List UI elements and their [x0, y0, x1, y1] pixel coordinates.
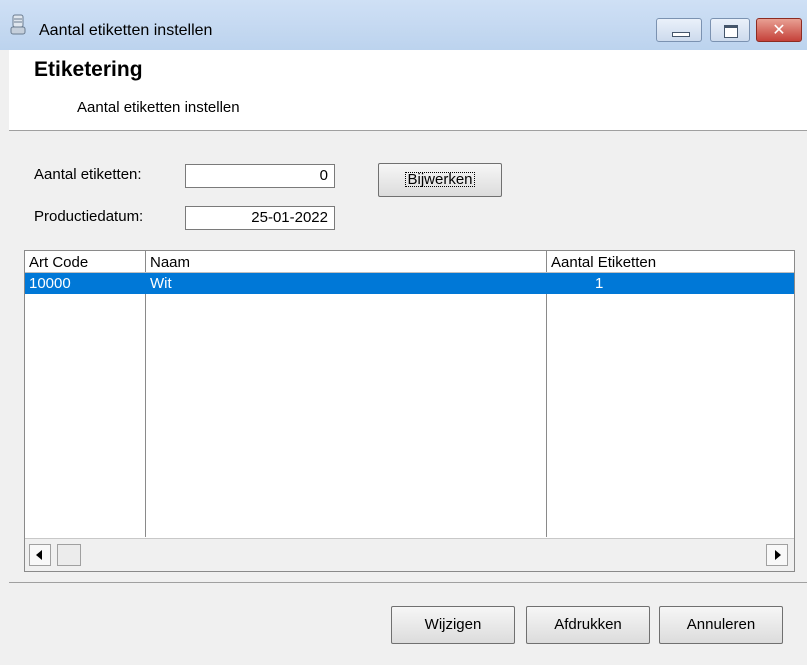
table-row[interactable]: 10000 Wit 1	[25, 273, 794, 294]
column-header-naam[interactable]: Naam	[150, 254, 190, 271]
page-title: Etiketering	[34, 58, 143, 81]
arrow-left-icon	[36, 550, 42, 560]
afdrukken-button[interactable]: Afdrukken	[526, 606, 650, 644]
scroll-thumb[interactable]	[57, 544, 81, 566]
bijwerken-label: Bijwerken	[401, 168, 478, 191]
scroll-left-button[interactable]	[29, 544, 51, 566]
maximize-button[interactable]	[710, 18, 750, 42]
horizontal-scrollbar[interactable]	[25, 538, 794, 571]
label-printer-icon	[10, 14, 26, 35]
column-header-aantal[interactable]: Aantal Etiketten	[551, 254, 656, 271]
aantal-etiketten-label: Aantal etiketten:	[34, 166, 142, 183]
title-bar[interactable]: Aantal etiketten instellen ✕	[0, 0, 807, 50]
cell-naam: Wit	[150, 275, 172, 292]
header-panel: Etiketering Aantal etiketten instellen	[9, 50, 807, 131]
scroll-right-button[interactable]	[766, 544, 788, 566]
articles-table[interactable]: Art Code Naam Aantal Etiketten 10000 Wit…	[24, 250, 795, 572]
column-header-art-code[interactable]: Art Code	[29, 254, 88, 271]
maximize-icon	[724, 25, 738, 38]
aantal-etiketten-input[interactable]: 0	[185, 164, 335, 188]
cell-aantal: 1	[595, 275, 604, 292]
close-icon: ✕	[772, 20, 786, 39]
annuleren-label: Annuleren	[686, 616, 756, 633]
minimize-button[interactable]	[656, 18, 702, 42]
bijwerken-button[interactable]: Bijwerken	[378, 163, 502, 197]
annuleren-button[interactable]: Annuleren	[659, 606, 783, 644]
footer-divider	[9, 582, 807, 583]
productiedatum-label: Productiedatum:	[34, 208, 144, 225]
afdrukken-label: Afdrukken	[554, 616, 622, 633]
wijzigen-button[interactable]: Wijzigen	[391, 606, 515, 644]
page-subtitle: Aantal etiketten instellen	[77, 99, 240, 116]
arrow-right-icon	[775, 550, 781, 560]
productiedatum-input[interactable]: 25-01-2022	[185, 206, 335, 230]
close-button[interactable]: ✕	[756, 18, 802, 42]
cell-art-code: 10000	[29, 275, 71, 292]
wijzigen-label: Wijzigen	[424, 616, 482, 633]
minimize-icon	[672, 32, 690, 37]
window-title: Aantal etiketten instellen	[39, 22, 213, 39]
